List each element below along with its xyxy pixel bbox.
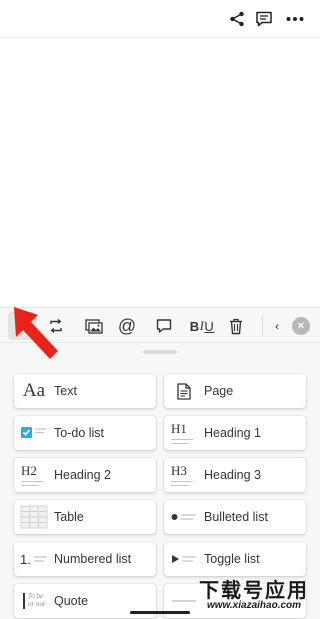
block-label: Heading 1 bbox=[204, 426, 261, 440]
block-option-numbered-list[interactable]: 1. Numbered list bbox=[14, 542, 156, 576]
block-label: To-do list bbox=[54, 426, 105, 440]
heading-2-icon: H2 bbox=[14, 458, 54, 492]
mention-icon[interactable]: @ bbox=[113, 312, 141, 340]
block-label: Heading 3 bbox=[204, 468, 261, 482]
block-option-todo[interactable]: To-do list bbox=[14, 416, 156, 450]
watermark-logo: 下载号应用 www.xiazaihao.com bbox=[190, 570, 318, 616]
watermark-text: 下载号应用 bbox=[199, 580, 309, 602]
block-label: Page bbox=[204, 384, 234, 398]
comment-icon[interactable] bbox=[150, 312, 178, 340]
comment-icon[interactable] bbox=[255, 10, 273, 28]
numbered-list-icon: 1. bbox=[20, 551, 47, 567]
bulleted-list-icon bbox=[164, 500, 204, 534]
block-option-bulleted-list[interactable]: Bulleted list bbox=[164, 500, 306, 534]
trash-icon[interactable] bbox=[222, 312, 250, 340]
close-icon[interactable]: × bbox=[292, 317, 310, 335]
annotation-arrow-icon bbox=[14, 307, 58, 359]
underline-label: U bbox=[204, 318, 215, 334]
text-aa-icon: Aa bbox=[22, 380, 46, 401]
heading-1-icon: H1 bbox=[164, 416, 204, 450]
share-icon[interactable] bbox=[228, 10, 246, 28]
block-label: Heading 2 bbox=[54, 468, 111, 482]
back-icon[interactable]: ‹ bbox=[268, 312, 286, 340]
todo-checkbox-icon bbox=[14, 416, 54, 450]
block-label: Toggle list bbox=[204, 552, 260, 566]
media-icon[interactable] bbox=[80, 312, 108, 340]
block-option-heading-1[interactable]: H1 Heading 1 bbox=[164, 416, 306, 450]
block-label: Bulleted list bbox=[204, 510, 268, 524]
page-icon bbox=[164, 374, 204, 408]
block-label: Numbered list bbox=[54, 552, 132, 566]
toolbar-divider bbox=[262, 316, 263, 336]
home-indicator bbox=[130, 611, 190, 614]
block-option-heading-2[interactable]: H2 Heading 2 bbox=[14, 458, 156, 492]
more-icon[interactable] bbox=[286, 10, 304, 28]
editor-canvas[interactable] bbox=[0, 39, 320, 307]
table-icon bbox=[14, 500, 54, 534]
heading-3-icon: H3 bbox=[164, 458, 204, 492]
sheet-handle[interactable] bbox=[143, 350, 177, 354]
block-label: Quote bbox=[54, 594, 89, 608]
block-label: Table bbox=[54, 510, 84, 524]
top-bar bbox=[0, 0, 320, 38]
block-option-heading-3[interactable]: H3 Heading 3 bbox=[164, 458, 306, 492]
block-option-text[interactable]: Aa Text bbox=[14, 374, 156, 408]
watermark-url: www.xiazaihao.com bbox=[206, 600, 302, 611]
quote-icon: To be or not bbox=[14, 584, 54, 618]
block-option-table[interactable]: Table bbox=[14, 500, 156, 534]
block-option-page[interactable]: Page bbox=[164, 374, 306, 408]
bold-label: B bbox=[189, 318, 200, 334]
text-format-icon[interactable]: BIU bbox=[185, 312, 219, 340]
block-label: Text bbox=[54, 384, 77, 398]
